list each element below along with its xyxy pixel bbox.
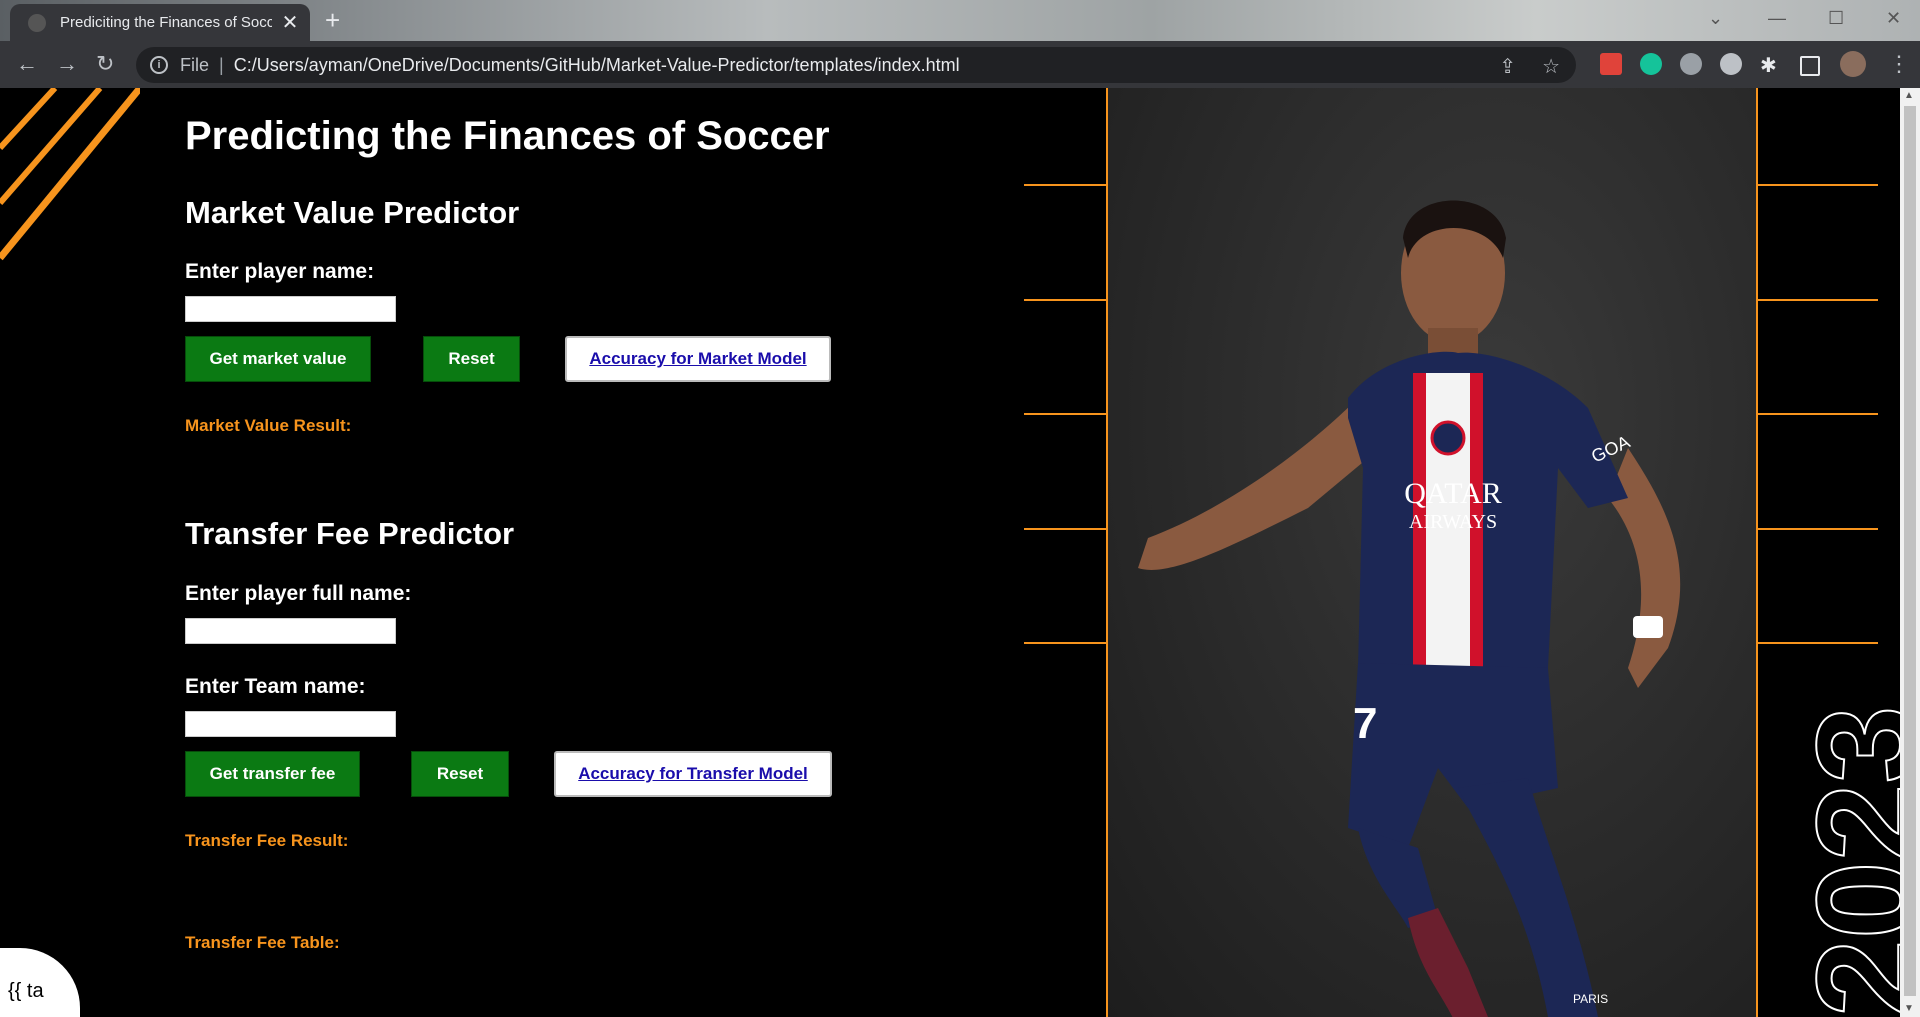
address-separator: | xyxy=(219,54,224,75)
scroll-down-icon[interactable]: ▼ xyxy=(1904,1003,1914,1014)
scrollbar-thumb[interactable] xyxy=(1904,106,1916,996)
get-market-value-button[interactable]: Get market value xyxy=(185,336,371,382)
market-reset-button[interactable]: Reset xyxy=(423,336,520,382)
forward-icon[interactable]: → xyxy=(56,53,78,75)
transfer-accuracy-link[interactable]: Accuracy for Transfer Model xyxy=(578,764,808,784)
avatar[interactable] xyxy=(1840,51,1866,77)
divider-line xyxy=(1024,413,1108,415)
divider-line xyxy=(1024,642,1108,644)
transfer-result-label: Transfer Fee Result: xyxy=(185,831,349,850)
player-photo: QATAR AIRWAYS GOA 7 PARIS xyxy=(1108,88,1756,1017)
reload-icon[interactable]: ↻ xyxy=(96,53,114,75)
year-outline-text: 2023 xyxy=(1786,705,1900,1017)
browser-toolbar: ← → ↻ i File | C:/Users/ayman/OneDrive/D… xyxy=(0,41,1920,88)
bookmark-star-icon[interactable]: ☆ xyxy=(1542,54,1560,79)
panel-border-right xyxy=(1756,88,1758,1017)
divider-line xyxy=(1024,528,1108,530)
maximize-icon[interactable]: ☐ xyxy=(1828,8,1844,29)
extension-red-icon[interactable] xyxy=(1600,53,1622,75)
divider-line xyxy=(1758,642,1878,644)
divider-line xyxy=(1758,299,1878,301)
tab-search-icon[interactable]: ⌄ xyxy=(1708,8,1723,29)
address-url[interactable]: C:/Users/ayman/OneDrive/Documents/GitHub… xyxy=(234,55,960,76)
shorts-text: PARIS xyxy=(1573,992,1608,1006)
divider-line xyxy=(1758,528,1878,530)
info-icon[interactable]: i xyxy=(150,56,168,74)
browser-tab[interactable]: Prediciting the Finances of Soccer ✕ xyxy=(10,4,310,41)
market-accuracy-button[interactable]: Accuracy for Market Model xyxy=(565,336,831,382)
shorts-number-text: 7 xyxy=(1353,699,1377,748)
team-name-label: Enter Team name: xyxy=(185,675,366,698)
new-tab-icon[interactable]: + xyxy=(325,6,340,34)
orange-stripes-decoration xyxy=(0,88,140,261)
panel-border-left xyxy=(1106,88,1108,1017)
get-transfer-fee-button[interactable]: Get transfer fee xyxy=(185,751,360,797)
divider-line xyxy=(1758,184,1878,186)
extension-circle-icon[interactable] xyxy=(1720,53,1742,75)
transfer-reset-button[interactable]: Reset xyxy=(411,751,509,797)
tab-close-icon[interactable]: ✕ xyxy=(280,10,300,35)
grammarly-icon[interactable] xyxy=(1640,53,1662,75)
player-name-input[interactable] xyxy=(185,296,396,322)
extension-robot-icon[interactable] xyxy=(1680,53,1702,75)
address-bar[interactable]: i File | C:/Users/ayman/OneDrive/Documen… xyxy=(136,47,1576,83)
market-result-label: Market Value Result: xyxy=(185,416,352,435)
jersey-sponsor-text: QATAR xyxy=(1404,477,1502,510)
omnibox-actions: ⇪ ☆ xyxy=(1499,54,1560,79)
player-illustration: QATAR AIRWAYS GOA 7 PARIS xyxy=(1138,200,1681,1017)
transfer-table-label: Transfer Fee Table: xyxy=(185,933,340,952)
scroll-up-icon[interactable]: ▲ xyxy=(1904,90,1914,101)
market-accuracy-link[interactable]: Accuracy for Market Model xyxy=(589,349,806,369)
team-name-input[interactable] xyxy=(185,711,396,737)
market-heading: Market Value Predictor xyxy=(185,195,520,230)
divider-line xyxy=(1024,299,1108,301)
extensions-puzzle-icon[interactable]: ✱ xyxy=(1760,53,1782,77)
back-icon[interactable]: ← xyxy=(16,53,38,75)
menu-kebab-icon[interactable]: ⋮ xyxy=(1888,53,1910,75)
tab-title: Prediciting the Finances of Soccer xyxy=(60,14,272,31)
favicon-icon xyxy=(28,13,46,32)
share-icon[interactable]: ⇪ xyxy=(1499,54,1516,79)
player-full-name-input[interactable] xyxy=(185,618,396,644)
player-name-label: Enter player name: xyxy=(185,260,375,283)
close-window-icon[interactable]: ✕ xyxy=(1886,8,1901,29)
vertical-scrollbar[interactable]: ▲ ▼ xyxy=(1900,88,1920,1017)
jersey-sponsor-text-2: AIRWAYS xyxy=(1409,511,1497,533)
scheme-label: File xyxy=(180,54,210,75)
divider-line xyxy=(1758,413,1878,415)
side-panel-icon[interactable] xyxy=(1800,56,1820,76)
page-content: Predicting the Finances of Soccer Market… xyxy=(0,88,1900,1017)
transfer-heading: Transfer Fee Predictor xyxy=(185,516,515,551)
transfer-accuracy-button[interactable]: Accuracy for Transfer Model xyxy=(554,751,832,797)
tab-strip: Prediciting the Finances of Soccer ✕ + ⌄… xyxy=(0,0,1920,41)
page-title: Predicting the Finances of Soccer xyxy=(185,114,830,158)
minimize-icon[interactable]: — xyxy=(1768,8,1786,29)
divider-line xyxy=(1024,184,1108,186)
template-placeholder-text: {{ ta xyxy=(8,980,44,1002)
player-full-name-label: Enter player full name: xyxy=(185,582,412,605)
